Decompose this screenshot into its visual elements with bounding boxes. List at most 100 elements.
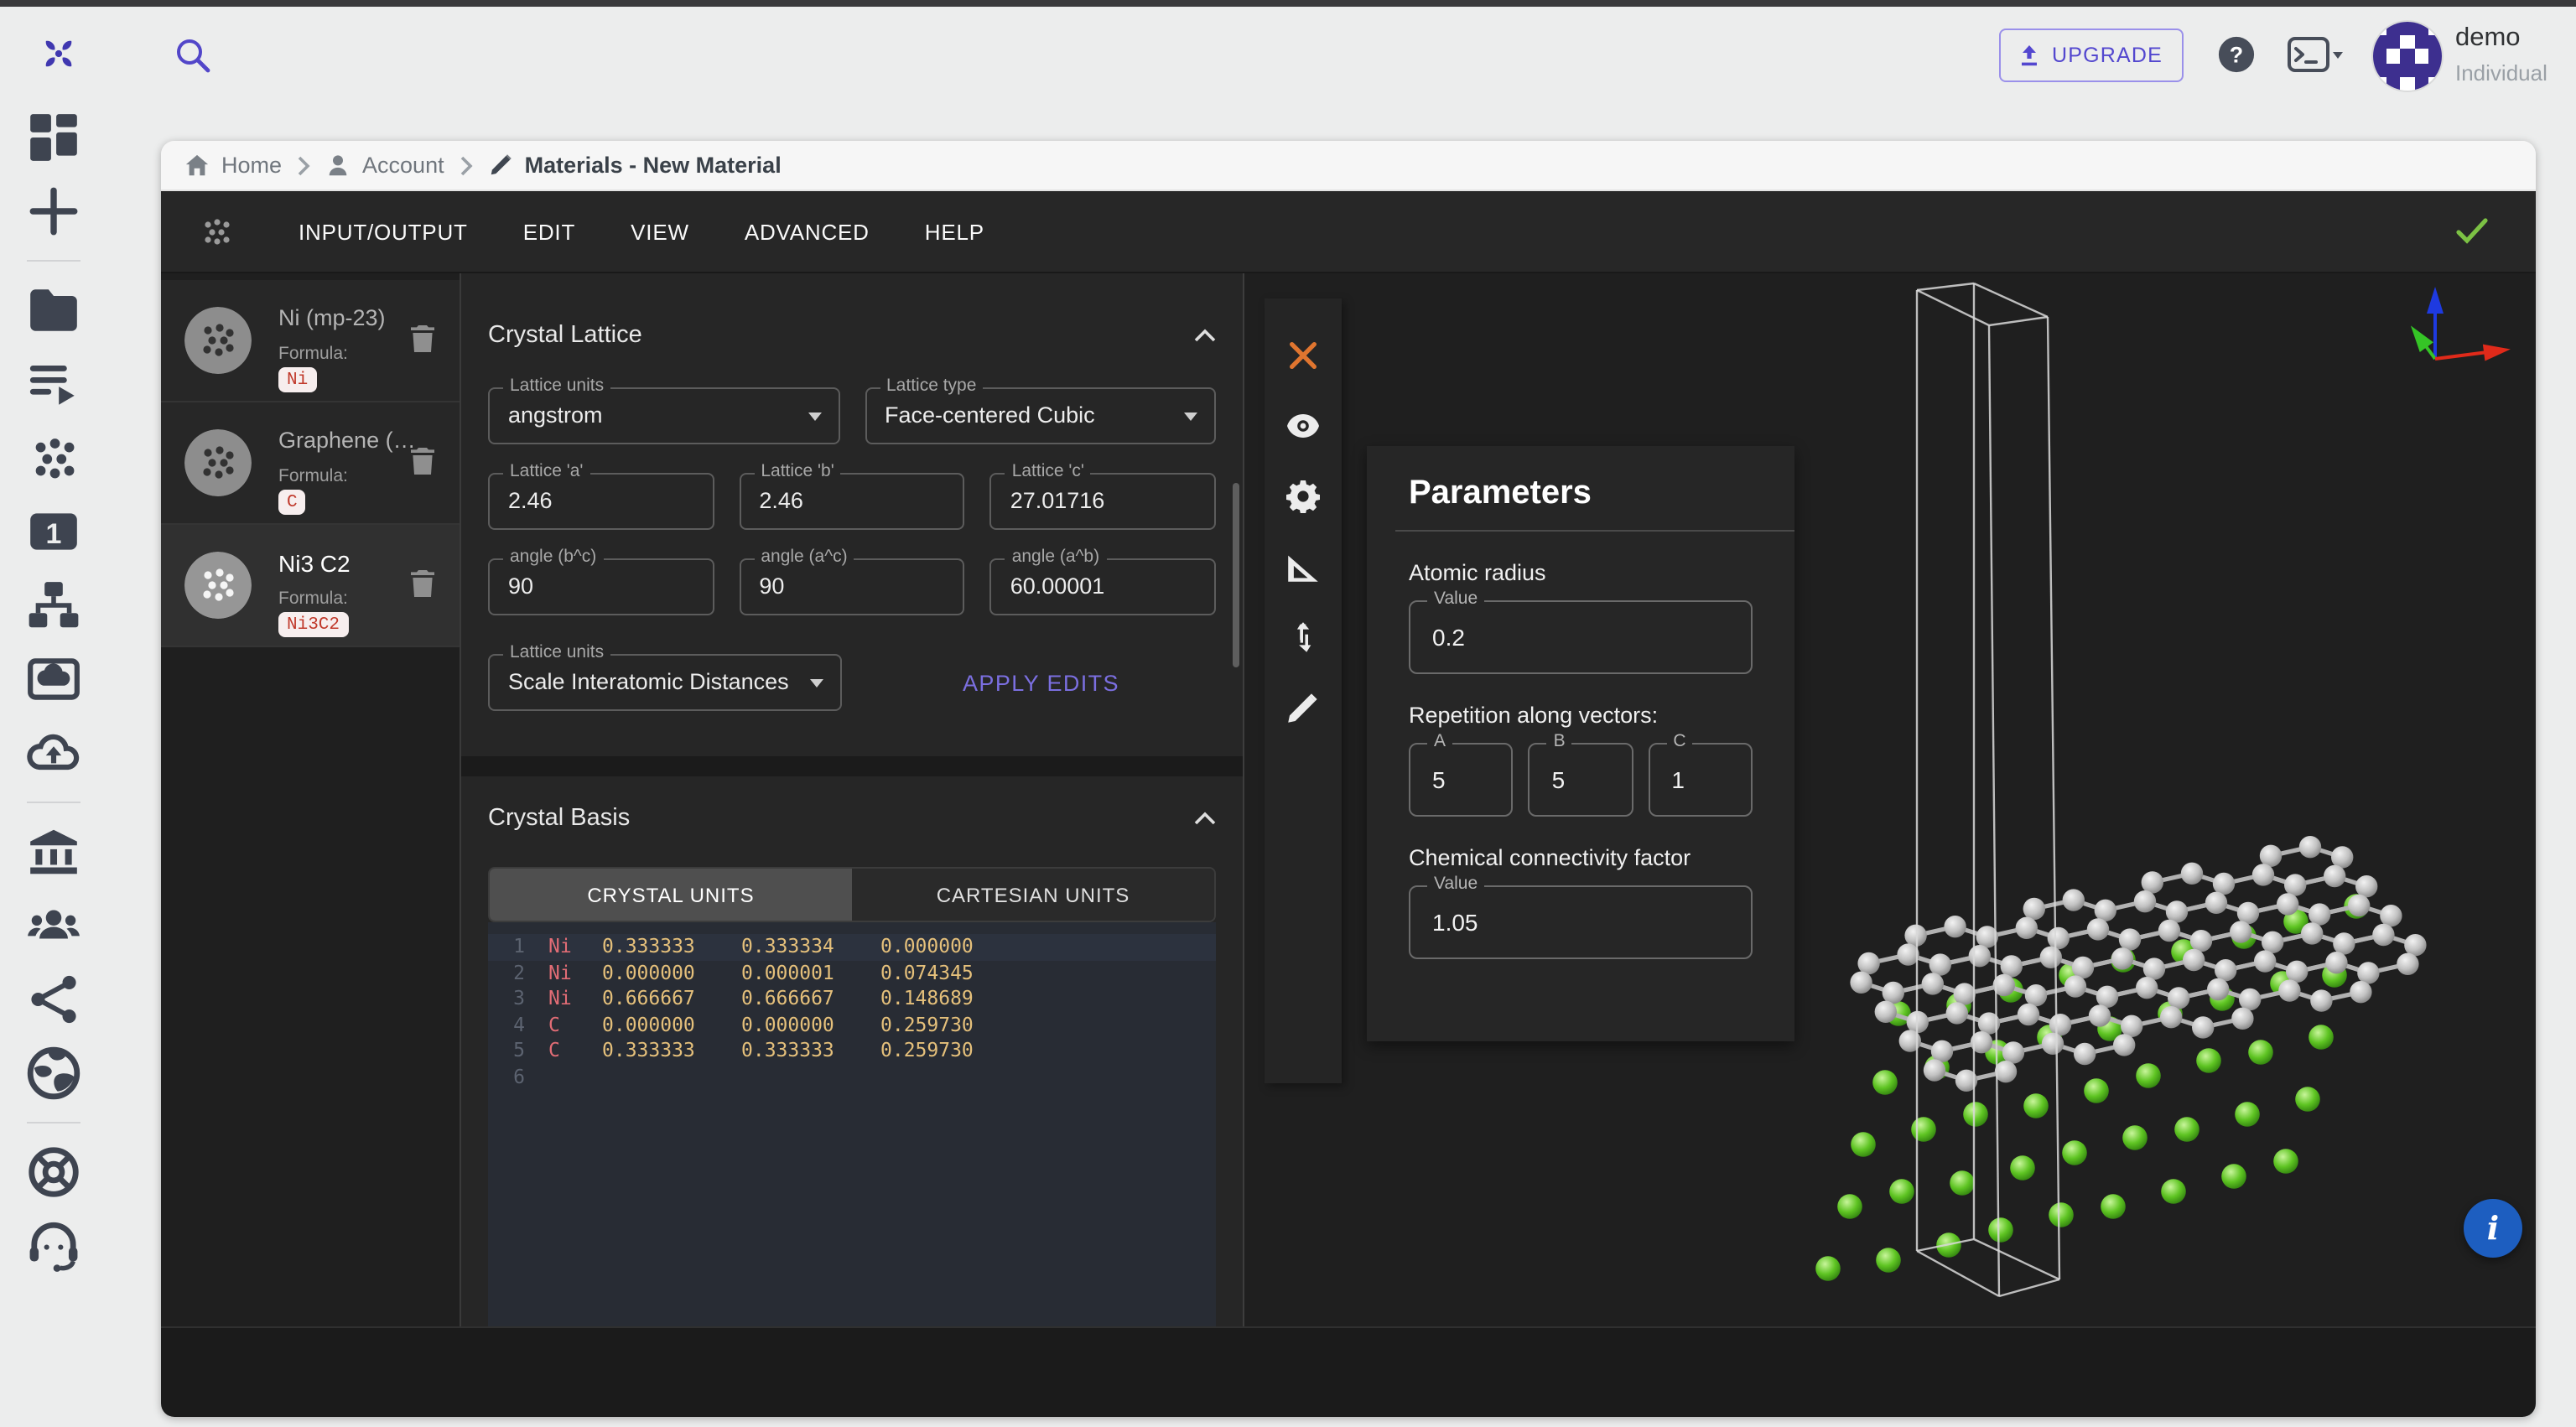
lattice-c-input[interactable]: Lattice 'c' 27.01716 bbox=[990, 473, 1216, 530]
connectivity-label: Chemical connectivity factor bbox=[1409, 845, 1753, 870]
breadcrumb-account[interactable]: Account bbox=[325, 153, 444, 178]
formula-label: Formula: bbox=[278, 589, 348, 609]
apply-edits-button[interactable]: APPLY EDITS bbox=[866, 670, 1216, 695]
atomic-radius-input[interactable]: Value 0.2 bbox=[1409, 600, 1753, 674]
menu-advanced[interactable]: ADVANCED bbox=[745, 219, 870, 244]
angle-bc-input[interactable]: angle (b^c) 90 bbox=[488, 558, 714, 615]
connectivity-input[interactable]: Value 1.05 bbox=[1409, 885, 1753, 959]
material-item-ni[interactable]: Ni (mp-23) Formula: Ni bbox=[161, 280, 460, 402]
editor-line[interactable]: 5C0.3333330.3333330.259730 bbox=[488, 1038, 1216, 1064]
menu-edit[interactable]: EDIT bbox=[523, 219, 575, 244]
material-item-ni3c2-selected[interactable]: Ni3 C2 Formula: Ni3C2 bbox=[161, 525, 460, 647]
editor-line[interactable]: 3Ni0.6666670.6666670.148689 bbox=[488, 986, 1216, 1012]
menu-help[interactable]: HELP bbox=[925, 219, 984, 244]
cloud-upload-icon[interactable] bbox=[25, 724, 82, 781]
angle-ac-input[interactable]: angle (a^c) 90 bbox=[739, 558, 964, 615]
crystal-basis-section: Crystal Basis CRYSTAL UNITS CARTESIAN UN… bbox=[461, 776, 1243, 1326]
app-window: UPGRADE ? demo Individual 1 bbox=[0, 0, 2576, 1427]
svg-text:?: ? bbox=[2230, 43, 2243, 68]
lattice-type-select[interactable]: Lattice type Face-centered Cubic bbox=[865, 387, 1216, 444]
mat3ra-logo-icon[interactable] bbox=[35, 30, 82, 77]
material-name: Ni (mp-23) bbox=[278, 305, 423, 330]
menu-input-output[interactable]: INPUT/OUTPUT bbox=[299, 219, 468, 244]
material-avatar bbox=[184, 429, 252, 496]
chevron-right-icon bbox=[297, 155, 310, 175]
projects-folder-icon[interactable] bbox=[25, 282, 82, 339]
app-sidebar: 1 bbox=[0, 101, 107, 1427]
editor-line[interactable]: 6 bbox=[488, 1064, 1216, 1090]
svg-text:1: 1 bbox=[46, 518, 62, 550]
workflow-tree-icon[interactable] bbox=[25, 577, 82, 634]
dropdown-caret-icon bbox=[809, 679, 823, 688]
edit-pencil-icon bbox=[488, 153, 513, 178]
avatar-identicon bbox=[2373, 22, 2442, 91]
formula-label: Formula: bbox=[278, 466, 348, 486]
repetition-a-input[interactable]: A 5 bbox=[1409, 743, 1514, 817]
swap-vert-arrows-icon[interactable] bbox=[1286, 620, 1320, 654]
share-nodes-icon[interactable] bbox=[25, 971, 82, 1028]
edit-pencil-icon[interactable] bbox=[1286, 691, 1320, 724]
team-group-icon[interactable] bbox=[25, 897, 82, 954]
user-avatar[interactable] bbox=[2373, 22, 2442, 91]
menu-items: INPUT/OUTPUT EDIT VIEW ADVANCED HELP bbox=[299, 219, 984, 244]
looks-one-icon[interactable]: 1 bbox=[25, 503, 82, 560]
lattice-units-mode-select[interactable]: Lattice units Scale Interatomic Distance… bbox=[488, 654, 841, 711]
measure-ruler-icon[interactable] bbox=[1286, 550, 1320, 584]
tab-crystal-units[interactable]: CRYSTAL UNITS bbox=[490, 869, 852, 921]
dropdown-caret-icon bbox=[808, 413, 821, 421]
repetition-label: Repetition along vectors: bbox=[1409, 703, 1753, 728]
save-check-icon[interactable] bbox=[2455, 218, 2489, 245]
delete-trash-icon[interactable] bbox=[409, 568, 436, 599]
material-dots-icon bbox=[198, 213, 235, 250]
dropbox-icon[interactable] bbox=[25, 651, 82, 708]
jobs-list-icon[interactable] bbox=[25, 355, 82, 413]
material-item-graphene[interactable]: Graphene (… Formula: C bbox=[161, 402, 460, 525]
search-icon[interactable] bbox=[173, 35, 213, 75]
institution-bank-icon[interactable] bbox=[25, 823, 82, 880]
user-name: demo bbox=[2455, 23, 2521, 54]
formula-badge: Ni3C2 bbox=[278, 612, 348, 637]
lattice-units-select[interactable]: Lattice units angstrom bbox=[488, 387, 839, 444]
formula-label: Formula: bbox=[278, 344, 348, 364]
editor-line[interactable]: 2Ni0.0000000.0000010.074345 bbox=[488, 960, 1216, 986]
viewer-toolbar bbox=[1265, 298, 1342, 1083]
delete-trash-icon[interactable] bbox=[409, 446, 436, 476]
materials-dots-icon[interactable] bbox=[25, 429, 82, 486]
lattice-b-input[interactable]: Lattice 'b' 2.46 bbox=[739, 473, 964, 530]
collapse-chevron-icon[interactable] bbox=[1194, 812, 1216, 825]
contact-headset-icon[interactable] bbox=[25, 1217, 82, 1274]
support-wheel-icon[interactable] bbox=[25, 1144, 82, 1201]
repetition-b-input[interactable]: B 5 bbox=[1529, 743, 1633, 817]
divider bbox=[1395, 530, 1794, 532]
breadcrumb-current: Materials - New Material bbox=[488, 153, 782, 178]
menu-view[interactable]: VIEW bbox=[631, 219, 689, 244]
breadcrumb-home[interactable]: Home bbox=[184, 153, 282, 178]
basis-units-tabs: CRYSTAL UNITS CARTESIAN UNITS bbox=[488, 867, 1216, 922]
sidebar-divider bbox=[27, 802, 80, 803]
editor-line[interactable]: 4C0.0000000.0000000.259730 bbox=[488, 1012, 1216, 1038]
repetition-c-input[interactable]: C 1 bbox=[1648, 743, 1753, 817]
info-button[interactable]: i bbox=[2464, 1199, 2522, 1258]
collapse-chevron-icon[interactable] bbox=[1194, 329, 1216, 342]
basis-code-editor[interactable]: 1Ni0.3333330.3333340.000000 2Ni0.0000000… bbox=[488, 922, 1216, 1326]
upgrade-button[interactable]: UPGRADE bbox=[1999, 29, 2184, 82]
delete-trash-icon[interactable] bbox=[409, 324, 436, 354]
close-icon[interactable] bbox=[1286, 339, 1320, 372]
repetition-inputs: A 5 B 5 C 1 bbox=[1409, 743, 1753, 817]
material-form-panel: Crystal Lattice Lattice units angstrom L… bbox=[461, 273, 1244, 1326]
editor-line[interactable]: 1Ni0.3333330.3333340.000000 bbox=[488, 934, 1216, 960]
form-panel-scrollbar[interactable] bbox=[1233, 483, 1239, 667]
console-dropdown-icon[interactable] bbox=[2288, 37, 2345, 74]
add-new-icon[interactable] bbox=[25, 183, 82, 240]
materials-3d-viewer[interactable]: Parameters Atomic radius Value 0.2 Repet… bbox=[1244, 273, 2536, 1326]
dashboard-icon[interactable] bbox=[25, 109, 82, 166]
settings-gear-icon[interactable] bbox=[1286, 480, 1320, 513]
help-icon[interactable]: ? bbox=[2217, 35, 2256, 74]
tab-cartesian-units[interactable]: CARTESIAN UNITS bbox=[852, 869, 1214, 921]
visibility-eye-icon[interactable] bbox=[1286, 409, 1320, 443]
sidebar-divider bbox=[27, 1122, 80, 1123]
lattice-a-input[interactable]: Lattice 'a' 2.46 bbox=[488, 473, 714, 530]
formula-badge: C bbox=[278, 490, 306, 515]
angle-ab-input[interactable]: angle (a^b) 60.00001 bbox=[990, 558, 1216, 615]
web-globe-icon[interactable] bbox=[25, 1045, 82, 1102]
